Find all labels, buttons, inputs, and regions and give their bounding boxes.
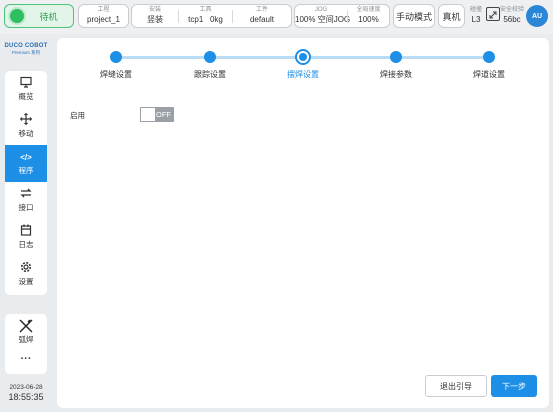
- current-time: 18:55:35: [8, 392, 44, 402]
- weave-setup-panel: 焊缝设置 跟踪设置 摆焊设置 焊接参数 焊道设置 启用 OFF 退出引导 下一步: [57, 38, 549, 408]
- top-bar: 待机 工程 project_1 安装 竖装 工具 tcp1 0kg 工件 def…: [0, 0, 553, 34]
- tool-panel: 弧焊 ···: [5, 314, 47, 374]
- workpiece-value: default: [249, 15, 275, 24]
- enable-toggle[interactable]: OFF: [140, 107, 174, 122]
- step-5-dot[interactable]: [483, 51, 495, 63]
- robot-config-box[interactable]: 安装 竖装 工具 tcp1 0kg 工件 default: [131, 4, 292, 28]
- jog-label: JOG: [314, 7, 328, 13]
- exit-guide-button[interactable]: 退出引导: [425, 375, 487, 397]
- jog-value: 100% 空间JOG: [295, 14, 351, 25]
- safety-check[interactable]: 安全校验 56bc: [486, 4, 525, 28]
- speed-box[interactable]: JOG 100% 空间JOG 全局速度 100%: [294, 4, 390, 28]
- nav-label: 日志: [18, 240, 34, 249]
- more-button[interactable]: ···: [5, 350, 47, 372]
- nav-menu: 概览 移动 </> 程序 接口 日志 设置: [5, 71, 47, 295]
- more-icon: ···: [20, 353, 32, 365]
- nav-item-settings[interactable]: 设置: [5, 256, 47, 293]
- step-1-dot[interactable]: [110, 51, 122, 63]
- collision-label: 碰撞: [469, 7, 482, 13]
- welding-icon: [5, 319, 47, 335]
- code-icon: </>: [20, 153, 32, 162]
- safety-check-value: 56bc: [503, 15, 521, 24]
- step-4-dot[interactable]: [390, 51, 402, 63]
- jog-mode: 空间JOG: [317, 15, 351, 24]
- robot-status-label: 待机: [39, 11, 58, 22]
- step-3-label: 摆焊设置: [287, 70, 319, 79]
- calendar-icon: [5, 224, 47, 240]
- nav-label: 程序: [18, 166, 34, 175]
- gear-icon: [5, 261, 47, 277]
- collision-level[interactable]: 碰撞 L3: [466, 5, 486, 27]
- robot-status-button[interactable]: 待机: [4, 4, 74, 28]
- nav-item-program[interactable]: </> 程序: [5, 145, 47, 182]
- nav-label: 弧焊: [18, 335, 34, 344]
- nav-label: 移动: [18, 129, 34, 138]
- step-1-label: 焊缝设置: [100, 70, 132, 79]
- nav-item-move[interactable]: 移动: [5, 108, 47, 145]
- current-date: 2023-06-28: [9, 384, 43, 391]
- project-box[interactable]: 工程 project_1: [78, 4, 129, 28]
- brand-logo: DUCO COBOT Premium 系列: [3, 43, 49, 56]
- manual-mode-button[interactable]: 手动模式: [393, 4, 435, 28]
- tool-load: 0kg: [209, 15, 223, 24]
- project-value: project_1: [87, 15, 120, 24]
- step-5-label: 焊道设置: [473, 70, 505, 79]
- step-3-dot[interactable]: [295, 49, 311, 65]
- global-speed-label: 全局速度: [356, 7, 381, 13]
- jog-percent: 100%: [295, 15, 316, 24]
- tool-name: tcp1: [188, 15, 204, 24]
- safety-check-label: 安全校验: [500, 7, 525, 13]
- enable-label: 启用: [70, 111, 85, 120]
- toggle-state: OFF: [156, 110, 171, 119]
- project-label: 工程: [97, 7, 110, 13]
- nav-label: 设置: [18, 277, 34, 286]
- swap-icon: [5, 187, 47, 203]
- sidebar: DUCO COBOT Premium 系列 概览 移动 </> 程序 接口 日志…: [0, 34, 50, 412]
- real-machine-button[interactable]: 真机: [438, 4, 465, 28]
- collision-value: L3: [471, 15, 481, 24]
- global-speed-value: 100%: [358, 15, 379, 24]
- toggle-knob: [141, 108, 155, 121]
- tool-label: 工具: [199, 7, 212, 13]
- step-4-label: 焊接参数: [380, 70, 412, 79]
- next-step-button[interactable]: 下一步: [491, 375, 537, 397]
- tool-value: tcp1 0kg: [179, 14, 232, 25]
- nav-item-log[interactable]: 日志: [5, 219, 47, 256]
- logo-subtitle: Premium 系列: [11, 50, 41, 55]
- monitor-icon: [5, 76, 47, 92]
- nav-item-arc-welding[interactable]: 弧焊: [5, 314, 47, 348]
- step-2-label: 跟踪设置: [194, 70, 226, 79]
- workpiece-label: 工件: [255, 7, 268, 13]
- install-label: 安装: [148, 7, 161, 13]
- nav-item-overview[interactable]: 概览: [5, 71, 47, 108]
- step-2-dot[interactable]: [204, 51, 216, 63]
- nav-item-interface[interactable]: 接口: [5, 182, 47, 219]
- clock: 2023-06-28 18:55:35: [3, 384, 49, 402]
- status-indicator-icon: [10, 9, 24, 23]
- nav-label: 概览: [18, 92, 34, 101]
- user-avatar[interactable]: AU: [526, 5, 548, 27]
- expand-icon: [486, 7, 500, 21]
- logo-title: DUCO COBOT: [4, 43, 48, 49]
- nav-label: 接口: [18, 203, 34, 212]
- move-icon: [5, 113, 47, 129]
- install-value: 竖装: [147, 15, 163, 24]
